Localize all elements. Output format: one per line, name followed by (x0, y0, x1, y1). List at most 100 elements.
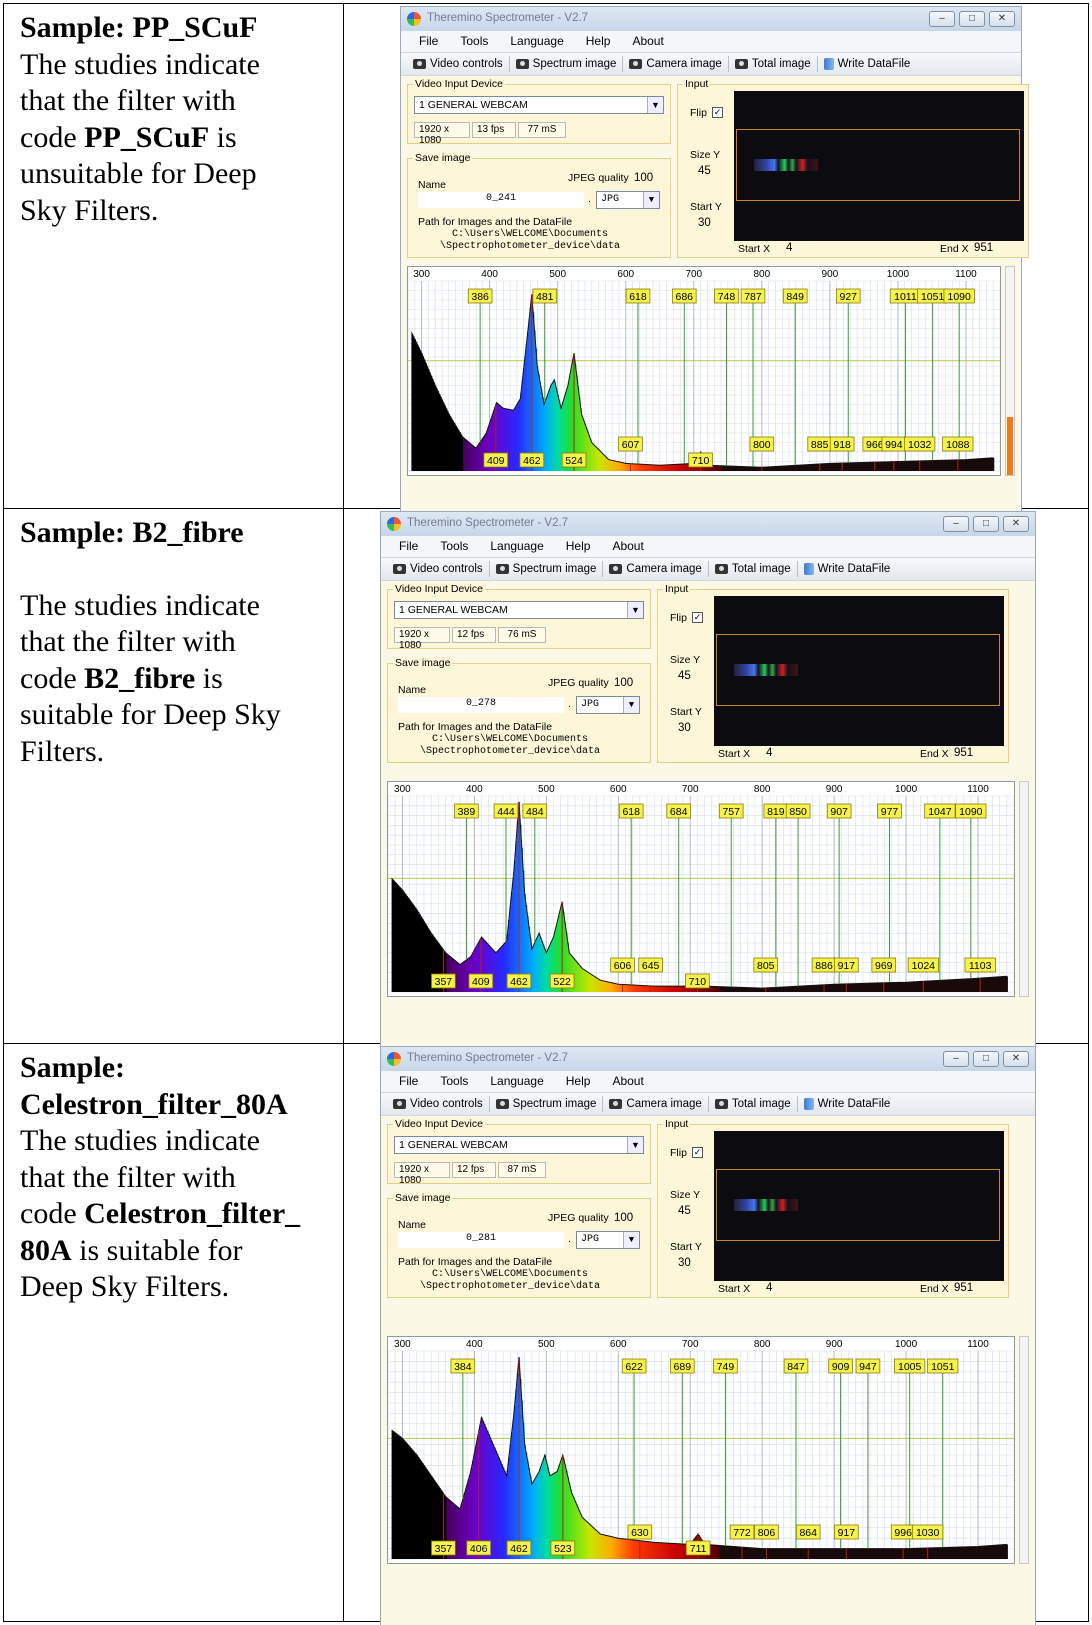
peak-label: 686 (676, 291, 694, 303)
menu-help[interactable]: Help (566, 1074, 591, 1092)
write-datafile-button[interactable]: Write DataFile (818, 56, 917, 72)
x-tick-label: 300 (394, 1339, 411, 1350)
camera-image-button[interactable]: Camera image (623, 56, 729, 72)
menu-language[interactable]: Language (490, 539, 543, 557)
start-y-value[interactable]: 30 (678, 722, 691, 734)
menu-file[interactable]: File (399, 539, 418, 557)
app-icon (387, 1052, 401, 1066)
chart-scrollbar[interactable] (1005, 266, 1015, 476)
file-name-input[interactable]: 0_281 (398, 1232, 564, 1248)
close-button[interactable]: ✕ (1003, 516, 1029, 532)
x-tick-label: 400 (466, 784, 483, 795)
end-x-value[interactable]: 951 (974, 242, 993, 254)
file-name-input[interactable]: 0_278 (398, 697, 564, 713)
video-controls-button[interactable]: Video controls (387, 561, 490, 577)
app-icon (387, 517, 401, 531)
camera-spectrum-bands (734, 664, 798, 676)
peak-label: 1090 (959, 806, 983, 818)
menu-about[interactable]: About (612, 1074, 643, 1092)
video-input-group: Video Input Device 1 GENERAL WEBCAM ▼ 19… (387, 1118, 651, 1186)
maximize-button[interactable]: □ (959, 11, 985, 27)
menu-file[interactable]: File (419, 34, 438, 52)
camera-image-button[interactable]: Camera image (603, 1096, 709, 1112)
menu-language[interactable]: Language (490, 1074, 543, 1092)
menu-bar: File Tools Language Help About (381, 1071, 1035, 1092)
peak-marker: 1090 (943, 288, 975, 460)
menu-about[interactable]: About (612, 539, 643, 557)
x-tick-label: 800 (754, 1339, 771, 1350)
peak-label: 819 (767, 806, 785, 818)
start-y-value[interactable]: 30 (698, 217, 711, 229)
spectrum-image-button[interactable]: Spectrum image (490, 1096, 604, 1112)
end-x-value[interactable]: 951 (954, 747, 973, 759)
start-x-value[interactable]: 4 (766, 1282, 772, 1294)
start-y-value[interactable]: 30 (678, 1257, 691, 1269)
menu-help[interactable]: Help (586, 34, 611, 52)
menu-tools[interactable]: Tools (440, 539, 468, 557)
input-group: Input Flip ✓ Size Y 45 Start Y 30 Start … (677, 78, 1029, 258)
write-datafile-button[interactable]: Write DataFile (798, 561, 897, 577)
jpeg-quality-label: JPEG quality (548, 1212, 609, 1224)
camera-image-button[interactable]: Camera image (603, 561, 709, 577)
flip-checkbox[interactable]: ✓ (692, 1147, 703, 1158)
dip-label: 409 (472, 976, 490, 988)
dip-label: 918 (833, 439, 851, 451)
menu-tools[interactable]: Tools (440, 1074, 468, 1092)
jpeg-quality-value[interactable]: 100 (634, 172, 653, 184)
menu-tools[interactable]: Tools (460, 34, 488, 52)
spectrum-image-button[interactable]: Spectrum image (510, 56, 624, 72)
format-select[interactable]: JPG ▼ (576, 1231, 640, 1249)
menu-language[interactable]: Language (510, 34, 563, 52)
size-y-value[interactable]: 45 (698, 165, 711, 177)
total-image-button[interactable]: Total image (729, 56, 818, 72)
dip-label: 523 (554, 1543, 572, 1555)
sample-description-cell: Sample: B2_fibre The studies indicate that… (3, 508, 344, 1044)
chart-scrollbar[interactable] (1019, 781, 1029, 997)
dip-label: 406 (470, 1543, 488, 1555)
dip-label: 1088 (946, 439, 970, 451)
format-select[interactable]: JPG ▼ (596, 191, 660, 209)
jpeg-quality-value[interactable]: 100 (614, 677, 633, 689)
dip-label: 606 (614, 960, 632, 972)
description-line: code Celestron_filter_ (20, 1197, 301, 1230)
flip-checkbox[interactable]: ✓ (692, 612, 703, 623)
file-name-input[interactable]: 0_241 (418, 192, 584, 208)
spectrum-image-button[interactable]: Spectrum image (490, 561, 604, 577)
jpeg-quality-value[interactable]: 100 (614, 1212, 633, 1224)
start-x-value[interactable]: 4 (786, 242, 792, 254)
maximize-button[interactable]: □ (973, 516, 999, 532)
end-x-value[interactable]: 951 (954, 1282, 973, 1294)
minimize-button[interactable]: – (943, 516, 969, 532)
menu-file[interactable]: File (399, 1074, 418, 1092)
total-image-button[interactable]: Total image (709, 1096, 798, 1112)
size-y-value[interactable]: 45 (678, 1205, 691, 1217)
device-select[interactable]: 1 GENERAL WEBCAM ▼ (414, 96, 664, 114)
video-controls-button[interactable]: Video controls (387, 1096, 490, 1112)
dip-label: 462 (510, 976, 528, 988)
close-button[interactable]: ✕ (989, 11, 1015, 27)
spectrum-chart: 300 400 500 600 700 800 900 1000 1100 389 444 484 61… (387, 781, 1015, 997)
format-select[interactable]: JPG ▼ (576, 696, 640, 714)
dip-label: 772 (733, 1527, 751, 1539)
peak-label: 1090 (947, 291, 971, 303)
write-datafile-button[interactable]: Write DataFile (798, 1096, 897, 1112)
minimize-button[interactable]: – (929, 11, 955, 27)
video-controls-button[interactable]: Video controls (407, 56, 510, 72)
size-y-value[interactable]: 45 (678, 670, 691, 682)
input-group: Input Flip ✓ Size Y 45 Start Y 30 Start … (657, 1118, 1009, 1298)
document-table: Sample: PP_SCuF The studies indicate that … (3, 3, 1089, 1625)
device-select[interactable]: 1 GENERAL WEBCAM ▼ (394, 601, 644, 619)
maximize-button[interactable]: □ (973, 1051, 999, 1067)
menu-about[interactable]: About (632, 34, 663, 52)
description-line: The studies indicate (20, 47, 260, 81)
flip-checkbox[interactable]: ✓ (712, 107, 723, 118)
start-x-value[interactable]: 4 (766, 747, 772, 759)
chart-scrollbar[interactable] (1019, 1336, 1029, 1564)
device-select[interactable]: 1 GENERAL WEBCAM ▼ (394, 1136, 644, 1154)
menu-help[interactable]: Help (566, 539, 591, 557)
close-button[interactable]: ✕ (1003, 1051, 1029, 1067)
total-image-button[interactable]: Total image (709, 561, 798, 577)
scrollbar-thumb[interactable] (1007, 417, 1013, 475)
start-x-label: Start X (718, 1283, 751, 1295)
minimize-button[interactable]: – (943, 1051, 969, 1067)
